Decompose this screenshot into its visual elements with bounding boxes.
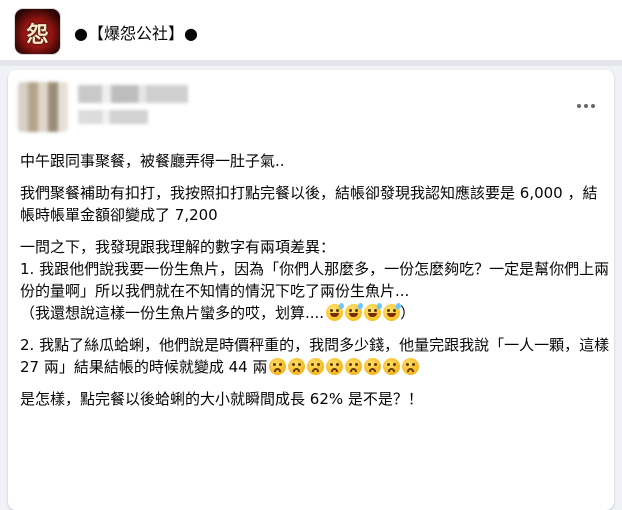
grinning-sweat-emoji-icon <box>383 303 402 321</box>
frowning-open-mouth-emoji-icon <box>364 358 382 375</box>
post-paragraph-5: （我還想說這樣一份生魚片蠻多的哎，划算.... ） <box>20 302 610 324</box>
more-dot <box>584 104 588 108</box>
post-paragraph-5-text: （我還想說這樣一份生魚片蠻多的哎，划算.... <box>20 304 325 322</box>
post-card: 中午跟同事聚餐，被餐廳弄得一肚子氣.. 我們聚餐補助有扣打，我按照扣打點完餐以後… <box>8 70 614 510</box>
more-dot <box>591 104 595 108</box>
group-logo-glyph: 怨 <box>26 22 49 48</box>
post-paragraph-6: 2. 我點了絲瓜蛤蜊，他們說是時價秤重的，我問多少錢，他量完跟我說「一人一顆，這… <box>20 334 610 378</box>
frowning-open-mouth-emoji-icon <box>307 358 325 375</box>
post-paragraph-5-close: ） <box>400 304 416 322</box>
author-name-blurred[interactable] <box>78 85 188 103</box>
grinning-sweat-emoji-icon <box>326 303 345 321</box>
more-options-icon[interactable] <box>572 96 600 116</box>
group-name[interactable]: ●【爆怨公社】● <box>74 20 198 44</box>
more-dot <box>577 104 581 108</box>
group-header: 怨 ●【爆怨公社】● <box>0 0 622 60</box>
group-logo-icon[interactable]: 怨 <box>15 9 60 54</box>
frowning-open-mouth-emoji-icon <box>345 358 363 375</box>
frown-emoji-group <box>267 358 420 376</box>
post-paragraph-4: 1. 我跟他們說我要一份生魚片，因為「你們人那麼多，一份怎麼夠吃？一定是幫你們上… <box>20 260 610 300</box>
header-divider <box>0 60 622 66</box>
frowning-open-mouth-emoji-icon <box>326 358 344 375</box>
author-avatar-blurred[interactable] <box>18 82 68 132</box>
post-paragraph-1: 中午跟同事聚餐，被餐廳弄得一肚子氣.. <box>20 152 285 170</box>
grinning-sweat-emoji-icon <box>364 303 383 321</box>
post-paragraph-2: 我們聚餐補助有扣打，我按照扣打點完餐以後，結帳卻發現我認知應該要是 6,000 … <box>20 184 598 224</box>
frowning-open-mouth-emoji-icon <box>288 358 306 375</box>
sweat-emoji-group <box>324 303 402 322</box>
post-body: 中午跟同事聚餐，被餐廳弄得一肚子氣.. 我們聚餐補助有扣打，我按照扣打點完餐以後… <box>20 150 610 420</box>
grinning-sweat-emoji-icon <box>345 303 364 321</box>
post-meta-blurred <box>78 110 148 124</box>
post-paragraph-3: 一問之下，我發現跟我理解的數字有兩項差異： <box>20 238 336 256</box>
frowning-open-mouth-emoji-icon <box>269 358 287 375</box>
frowning-open-mouth-emoji-icon <box>402 358 420 375</box>
frowning-open-mouth-emoji-icon <box>383 358 401 375</box>
post-paragraph-7: 是怎樣，點完餐以後蛤蜊的大小就瞬間成長 62% 是不是？！ <box>20 390 423 408</box>
